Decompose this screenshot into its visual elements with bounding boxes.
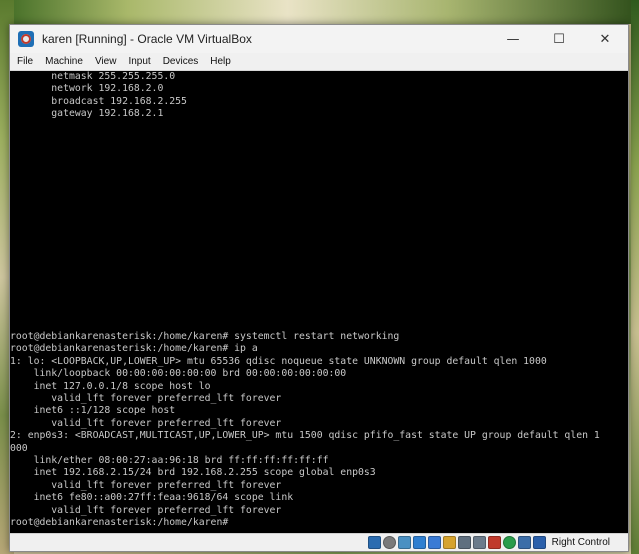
usb-icon[interactable]: [427, 536, 441, 549]
menu-machine[interactable]: Machine: [38, 53, 88, 71]
audio-icon[interactable]: [397, 536, 411, 549]
menu-devices[interactable]: Devices: [156, 53, 204, 71]
window-controls: — ☐ ✕: [490, 25, 628, 53]
desktop-background-right: [631, 0, 639, 554]
network-icon[interactable]: [412, 536, 426, 549]
display-icon[interactable]: [457, 536, 471, 549]
virtualbox-window: karen [Running] - Oracle VM VirtualBox —…: [9, 24, 629, 552]
menu-bar: File Machine View Input Devices Help: [10, 53, 628, 71]
recording-icon[interactable]: [487, 536, 501, 549]
cpu-icon[interactable]: [517, 536, 531, 549]
console-output-bottom: root@debiankarenasterisk:/home/karen# sy…: [10, 331, 600, 529]
vm-console-screen[interactable]: netmask 255.255.255.0 network 192.168.2.…: [10, 71, 628, 533]
minimize-button[interactable]: —: [490, 25, 536, 53]
maximize-button[interactable]: ☐: [536, 25, 582, 53]
menu-help[interactable]: Help: [203, 53, 236, 71]
mouse-integration-icon[interactable]: [502, 536, 516, 549]
status-bar: Right Control: [10, 533, 628, 551]
optical-drive-icon[interactable]: [382, 536, 396, 549]
menu-view[interactable]: View: [88, 53, 122, 71]
keyboard-capture-icon[interactable]: [532, 536, 546, 549]
menu-input[interactable]: Input: [121, 53, 155, 71]
desktop-background-top: [0, 0, 639, 24]
window-title: karen [Running] - Oracle VM VirtualBox: [42, 32, 252, 46]
hard-disk-icon[interactable]: [367, 536, 381, 549]
video-capture-icon[interactable]: [472, 536, 486, 549]
console-output-top: netmask 255.255.255.0 network 192.168.2.…: [51, 71, 187, 120]
title-bar[interactable]: karen [Running] - Oracle VM VirtualBox —…: [10, 25, 628, 53]
host-key-label[interactable]: Right Control: [552, 537, 610, 548]
close-button[interactable]: ✕: [582, 25, 628, 53]
virtualbox-app-icon: [18, 31, 34, 47]
shared-folders-icon[interactable]: [442, 536, 456, 549]
menu-file[interactable]: File: [10, 53, 38, 71]
